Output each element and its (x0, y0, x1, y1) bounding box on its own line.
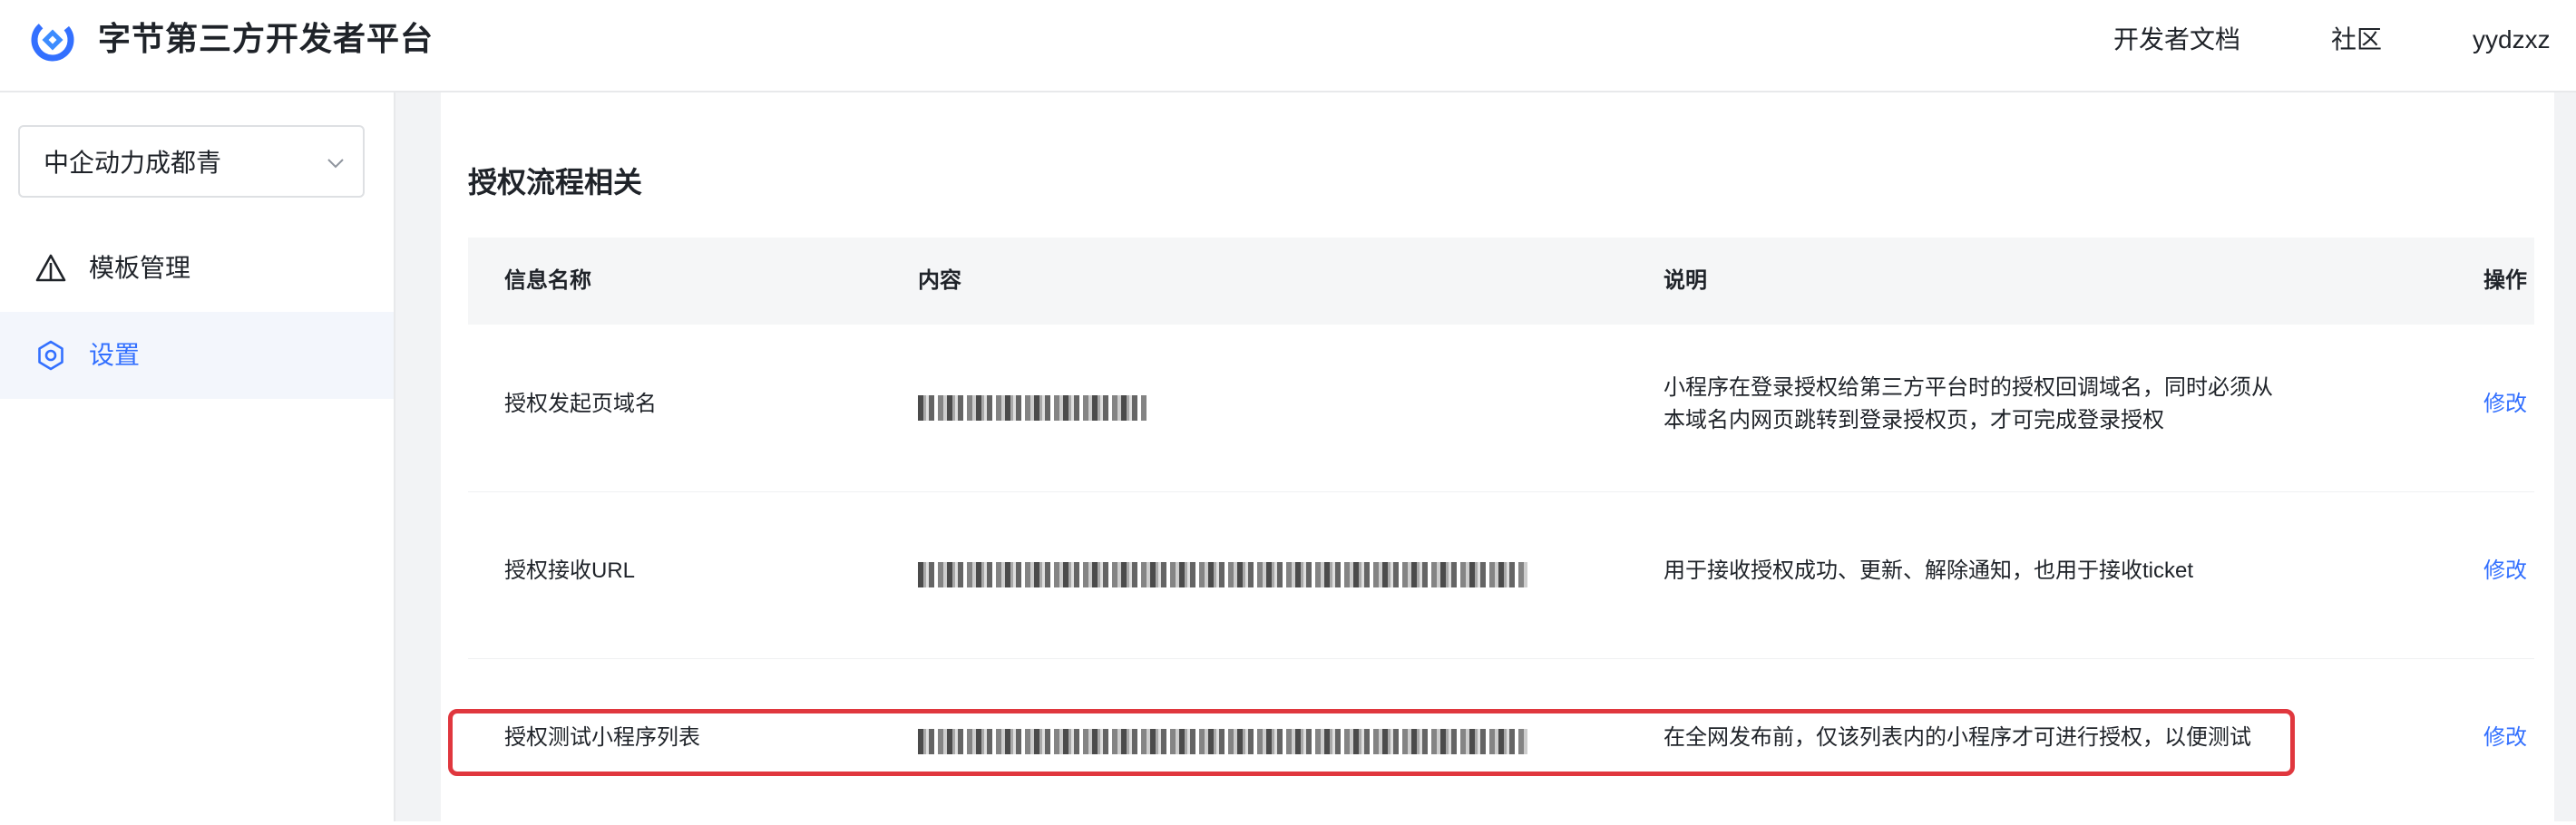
column-header-name: 信息名称 (504, 268, 591, 293)
platform-logo-icon[interactable] (27, 15, 78, 65)
content-gutter (395, 92, 441, 821)
sidebar-item-settings[interactable]: 设置 (0, 312, 394, 399)
nav-community[interactable]: 社区 (2331, 22, 2382, 58)
row-description: 小程序在登录授权给第三方平台时的授权回调域名，同时必须从本域名内网页跳转到登录授… (1664, 375, 2273, 432)
top-header: 字节第三方开发者平台 开发者文档 社区 yydzxz (0, 0, 2576, 92)
column-header-content: 内容 (918, 268, 961, 293)
edit-link[interactable]: 修改 (2483, 555, 2527, 587)
sidebar: 中企动力成都青 模板管理 设置 (0, 92, 395, 821)
table-row: 授权接收URL 用于接收授权成功、更新、解除通知，也用于接收ticket 修改 (468, 491, 2534, 659)
brand-title[interactable]: 字节第三方开发者平台 (98, 18, 434, 60)
column-header-description: 说明 (1664, 268, 1707, 293)
redacted-value (918, 395, 1147, 421)
edit-link[interactable]: 修改 (2483, 388, 2527, 421)
triangle-warning-icon (35, 254, 66, 282)
chevron-down-icon (327, 159, 344, 169)
nav-developer-docs[interactable]: 开发者文档 (2113, 22, 2240, 58)
content-gutter-right (2554, 92, 2576, 821)
table-row: 授权发起页域名 小程序在登录授权给第三方平台时的授权回调域名，同时必须从本域名内… (468, 325, 2534, 492)
gear-icon (38, 340, 63, 371)
row-content-redacted (918, 395, 1147, 421)
highlight-annotation (448, 709, 2295, 776)
section-title: 授权流程相关 (468, 166, 643, 199)
row-name: 授权发起页域名 (504, 392, 657, 416)
edit-link[interactable]: 修改 (2483, 722, 2527, 754)
organization-select-value: 中企动力成都青 (44, 149, 222, 177)
redacted-value (918, 562, 1527, 587)
sidebar-item-templates[interactable]: 模板管理 (0, 225, 394, 312)
row-description: 用于接收授权成功、更新、解除通知，也用于接收ticket (1664, 558, 2194, 583)
row-name: 授权接收URL (504, 558, 636, 583)
sidebar-item-label: 模板管理 (89, 254, 191, 282)
sidebar-item-label: 设置 (89, 341, 141, 369)
column-header-action: 操作 (2483, 268, 2527, 293)
user-menu[interactable]: yydzxz (2473, 22, 2551, 58)
row-content-redacted (918, 562, 1527, 587)
organization-select[interactable]: 中企动力成都青 (18, 125, 365, 198)
table-header: 信息名称 内容 说明 操作 (468, 238, 2534, 325)
